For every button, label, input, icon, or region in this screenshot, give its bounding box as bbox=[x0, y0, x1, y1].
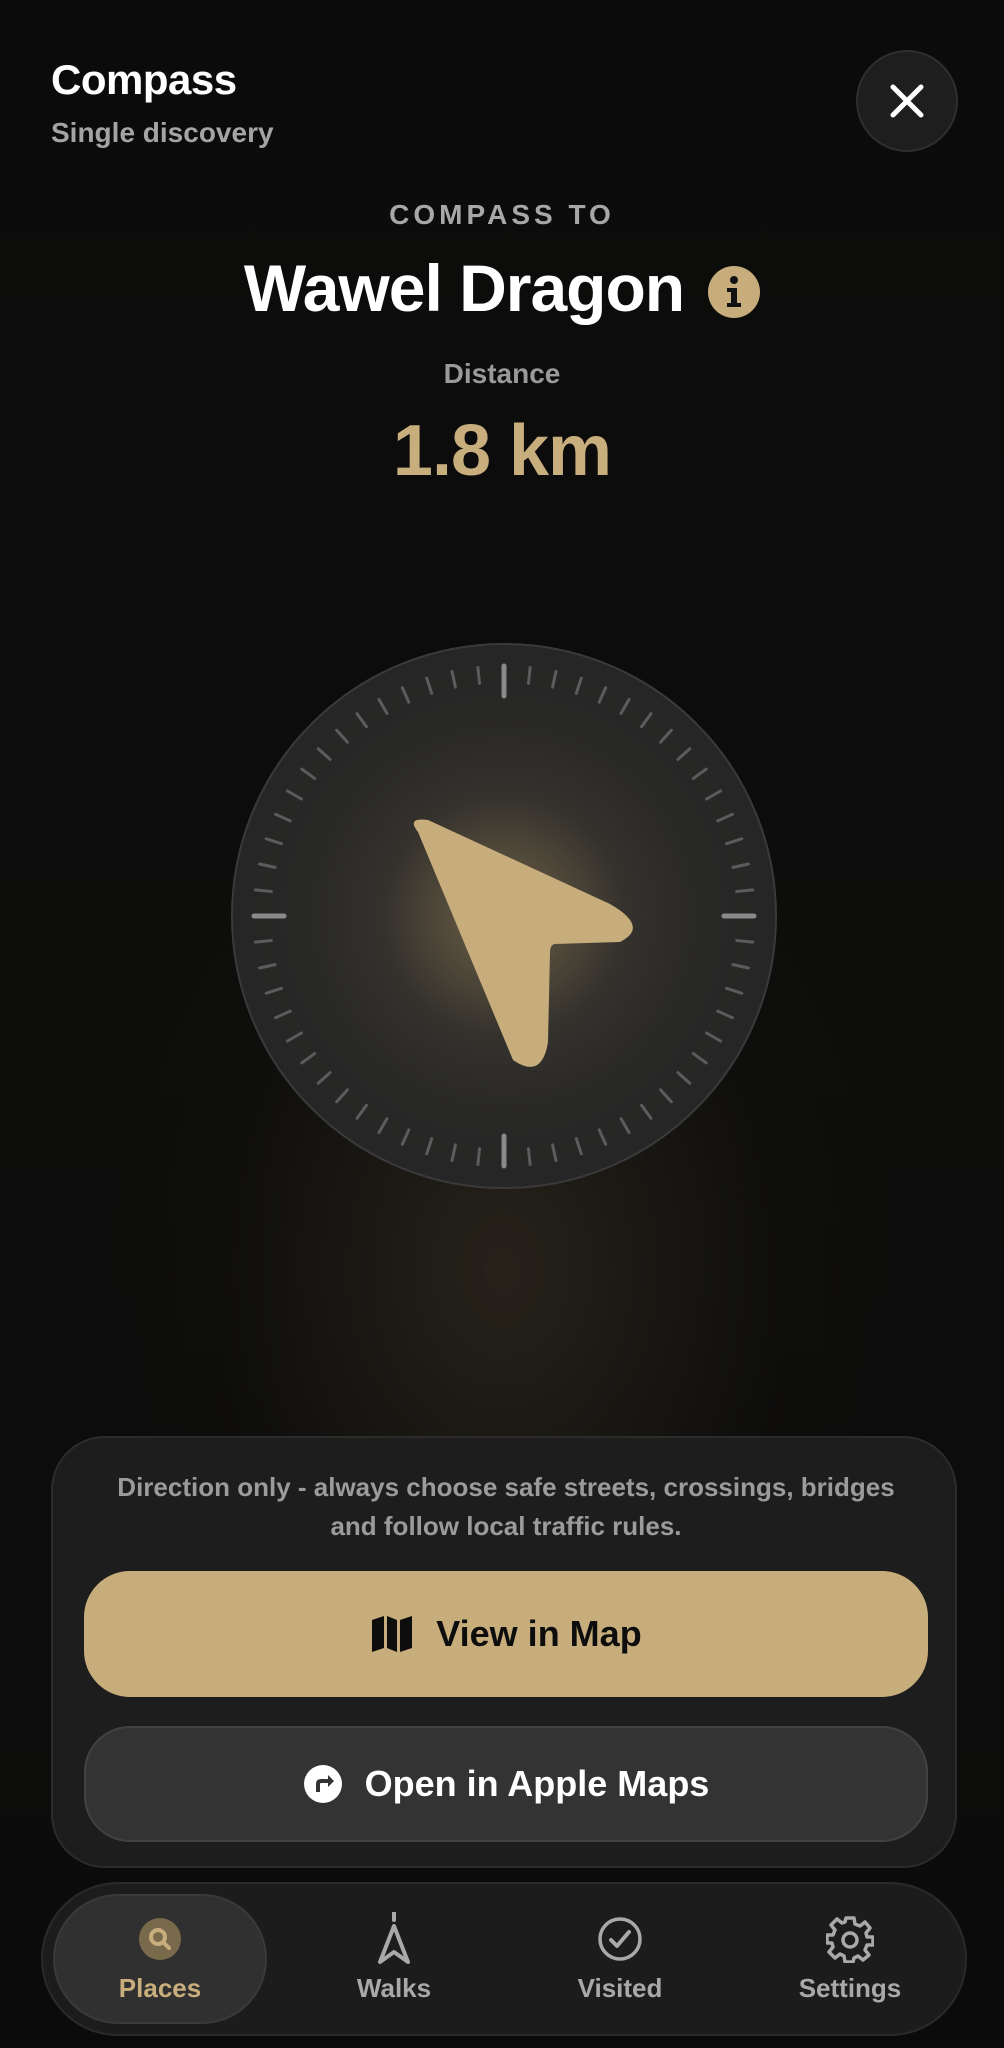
tab-places[interactable]: Places bbox=[53, 1894, 267, 2024]
directions-icon bbox=[303, 1765, 342, 1803]
tab-label: Visited bbox=[577, 1972, 663, 2003]
close-button[interactable] bbox=[856, 50, 958, 152]
compass-screen: Compass Single discovery COMPASS TO Wawe… bbox=[0, 0, 1004, 2048]
open-in-apple-maps-button[interactable]: Open in Apple Maps bbox=[84, 1726, 928, 1842]
tab-label: Places bbox=[118, 1972, 202, 2003]
compass-tick bbox=[253, 938, 273, 944]
close-icon bbox=[890, 84, 924, 118]
gear-icon bbox=[826, 1915, 874, 1963]
compass-tick bbox=[476, 1147, 482, 1167]
tab-bar: Places Walks Visited Settings bbox=[41, 1882, 967, 2036]
tab-visited[interactable]: Visited bbox=[513, 1894, 727, 2024]
distance-label: Distance bbox=[443, 358, 561, 389]
tab-label: Settings bbox=[798, 1972, 902, 2003]
tab-label: Walks bbox=[356, 1972, 432, 2003]
page-subtitle: Single discovery bbox=[51, 117, 274, 148]
search-icon bbox=[139, 1917, 181, 1960]
compass-tick bbox=[476, 665, 482, 685]
view-in-map-button[interactable]: View in Map bbox=[84, 1571, 928, 1697]
compass-tick bbox=[735, 938, 755, 944]
tab-settings[interactable]: Settings bbox=[743, 1894, 957, 2024]
check-circle-icon bbox=[598, 1916, 642, 1961]
info-icon[interactable] bbox=[708, 266, 761, 318]
compass-tick bbox=[253, 888, 273, 894]
destination-name: Wawel Dragon bbox=[243, 251, 685, 325]
page-title: Compass bbox=[51, 56, 237, 103]
compass-dial bbox=[230, 642, 778, 1190]
distance-value: 1.8 km bbox=[392, 411, 612, 491]
compass-tick bbox=[526, 1147, 532, 1167]
destination-row: Wawel Dragon bbox=[0, 250, 1004, 326]
tab-walks[interactable]: Walks bbox=[287, 1894, 501, 2024]
safety-note: Direction only - always choose safe stre… bbox=[117, 1472, 895, 1541]
action-panel: Direction only - always choose safe stre… bbox=[51, 1436, 957, 1868]
map-icon bbox=[372, 1616, 413, 1652]
compass-tick bbox=[735, 888, 755, 894]
view-in-map-label: View in Map bbox=[436, 1613, 642, 1654]
compass-to-label: COMPASS TO bbox=[389, 199, 615, 230]
walk-arrow-icon bbox=[378, 1911, 410, 1964]
compass-tick bbox=[526, 665, 532, 685]
open-in-apple-maps-label: Open in Apple Maps bbox=[364, 1763, 710, 1804]
